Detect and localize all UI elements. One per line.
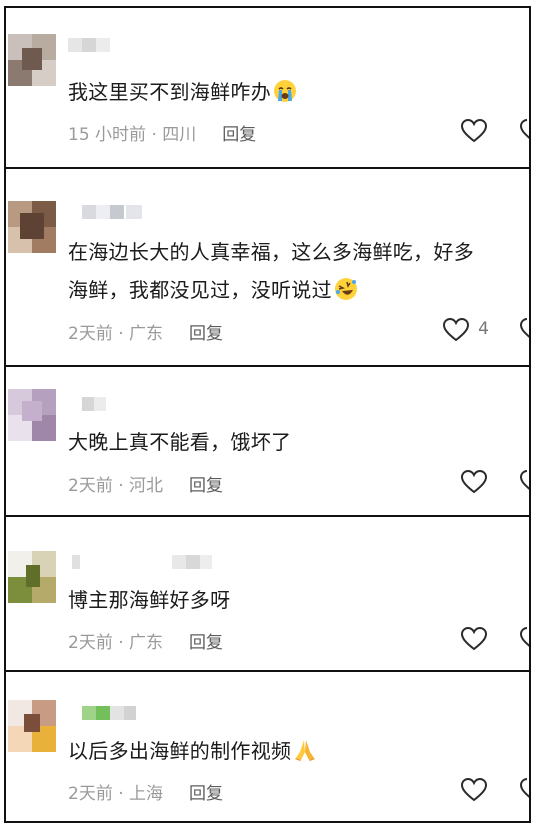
avatar[interactable] [8,34,56,86]
comment-card: 在海边长大的人真幸福，这么多海鲜吃，好多 海鲜，我都没见过，没听说过 2天前 · … [4,167,531,367]
like-count: 4 [478,319,489,339]
comment-text: 我这里买不到海鲜咋办 [68,73,519,111]
dislike-icon[interactable] [519,318,529,342]
comment-location: 广东 [129,633,164,653]
comment-time: 2天前 [68,476,113,496]
comment-text: 以后多出海鲜的制作视频 [68,732,519,770]
comment-time: 2天前 [68,324,113,344]
comment-time: 2天前 [68,633,113,653]
comment-location: 河北 [129,476,164,496]
dislike-icon[interactable] [519,470,529,494]
comment-card: 我这里买不到海鲜咋办 15 小时前 · 四川 回复 [4,6,531,169]
reply-button[interactable]: 回复 [189,324,223,344]
comment-meta: 15 小时前 · 四川 回复 [68,125,257,145]
comment-time: 2天前 [68,784,113,804]
dislike-icon[interactable] [519,119,529,143]
comment-meta: 2天前 · 河北 回复 [68,476,224,496]
comment-text: 在海边长大的人真幸福，这么多海鲜吃，好多 海鲜，我都没见过，没听说过 [68,240,474,302]
folded-hands-icon [295,740,316,761]
comment-card: 大晚上真不能看，饿坏了 2天前 · 河北 回复 [4,365,531,517]
loudly-crying-face-icon [274,80,296,102]
like-heart-icon[interactable] [443,318,469,342]
like-heart-icon[interactable] [461,778,487,802]
like-heart-icon[interactable] [461,470,487,494]
avatar[interactable] [8,201,56,253]
reply-button[interactable]: 回复 [189,784,223,804]
rolling-laughing-face-icon [334,278,357,300]
comment-location: 上海 [129,784,164,804]
comment-text: 大晚上真不能看，饿坏了 [68,430,292,454]
comment-card: 博主那海鲜好多呀 2天前 · 广东 回复 [4,515,531,672]
like-heart-icon[interactable] [461,627,487,651]
comment-text: 博主那海鲜好多呀 [68,588,231,612]
dislike-icon[interactable] [519,627,529,651]
comment-location: 四川 [162,125,197,145]
comment-list: 我这里买不到海鲜咋办 15 小时前 · 四川 回复 在海边长大的人真幸福，这么多海… [0,0,534,825]
reply-button[interactable]: 回复 [222,125,256,145]
avatar[interactable] [8,700,56,752]
avatar[interactable] [8,551,56,603]
comment-time: 15 小时前 [68,125,147,145]
comment-card: 以后多出海鲜的制作视频 2天前 · 上海 回复 [4,670,531,823]
comment-meta: 2天前 · 上海 回复 [68,784,224,804]
comment-location: 广东 [129,324,164,344]
comment-meta: 2天前 · 广东 回复 [68,633,224,653]
like-heart-icon[interactable] [461,119,487,143]
reply-button[interactable]: 回复 [189,476,223,496]
avatar[interactable] [8,389,56,441]
reply-button[interactable]: 回复 [189,633,223,653]
comment-meta: 2天前 · 广东 回复 [68,324,224,344]
dislike-icon[interactable] [519,778,529,802]
